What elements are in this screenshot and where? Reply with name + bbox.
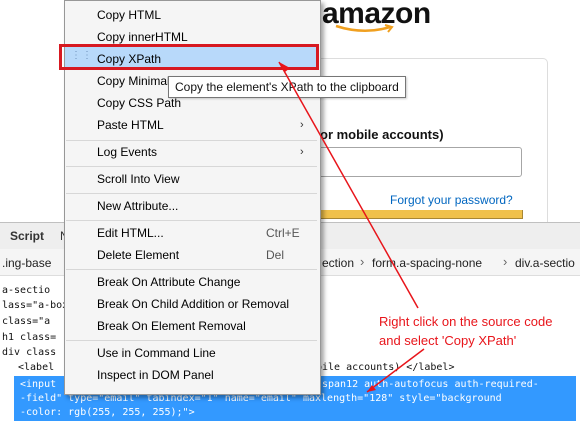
annotation-text: Right click on the source code and selec…: [379, 312, 552, 350]
annotation-line: Right click on the source code: [379, 314, 553, 329]
annotation-arrow-icon: [278, 61, 425, 393]
annotation-line: and select 'Copy XPath': [379, 333, 517, 348]
